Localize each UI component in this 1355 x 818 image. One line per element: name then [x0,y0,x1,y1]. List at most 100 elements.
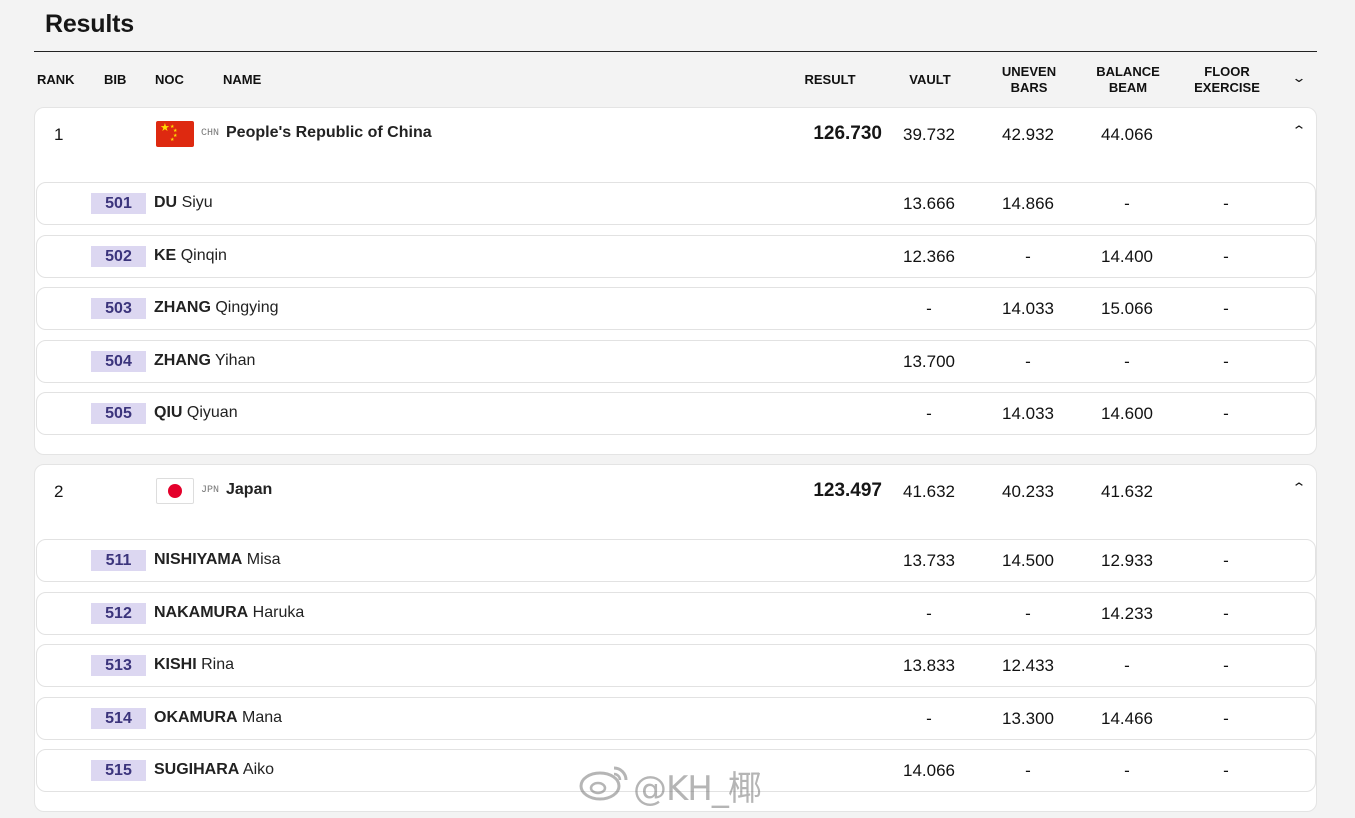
uneven-bars-score: 13.300 [1002,709,1054,728]
team-row[interactable]: 1 ★ ★ ★ ★ ★ CHN People's Republic of Chi… [35,108,1316,163]
athlete-row[interactable]: 502 KE Qinqin 12.366 - 14.400 - [36,235,1316,278]
balance-beam-score: 14.600 [1101,404,1153,423]
china-flag-icon: ★ ★ ★ ★ ★ [156,121,194,147]
header-uneven-bars-line2: BARS [1010,80,1048,95]
athlete-name[interactable]: NAKAMURA Haruka [154,604,304,622]
athlete-row[interactable]: 505 QIU Qiyuan - 14.033 14.600 - [36,392,1316,435]
athlete-last-name: DU [154,194,178,211]
team-noc-code: CHN [201,128,220,139]
balance-beam-score: 15.066 [1101,299,1153,318]
athlete-first-name: Misa [246,551,281,568]
athlete-last-name: NISHIYAMA [154,551,243,568]
vault-score: 13.833 [903,656,955,675]
floor-score: - [1223,299,1229,318]
uneven-bars-score: 12.433 [1002,656,1054,675]
vault-score: 13.700 [903,352,955,371]
bib-badge: 514 [91,708,146,729]
athlete-name[interactable]: NISHIYAMA Misa [154,551,281,569]
athlete-name[interactable]: QIU Qiyuan [154,404,238,422]
chevron-down-icon[interactable]: ⌄ [1286,69,1311,87]
header-vault: VAULT [909,72,951,87]
athlete-name[interactable]: OKAMURA Mana [154,709,282,727]
athlete-first-name: Haruka [252,604,305,621]
team-uneven-bars-score: 40.233 [1002,482,1054,501]
chevron-up-icon[interactable]: ⌃ [1286,479,1311,497]
athlete-last-name: KE [154,247,177,264]
balance-beam-score: 14.233 [1101,604,1153,623]
athlete-name[interactable]: KISHI Rina [154,656,234,674]
team-rank: 2 [54,482,64,501]
bib-badge: 502 [91,246,146,267]
athlete-row[interactable]: 503 ZHANG Qingying - 14.033 15.066 - [36,287,1316,330]
balance-beam-score: 12.933 [1101,551,1153,570]
header-floor-exercise: FLOOR EXERCISE [1182,64,1272,96]
vault-score: 14.066 [903,761,955,780]
uneven-bars-score: - [1025,604,1031,623]
header-floor-exercise-line2: EXERCISE [1194,80,1260,95]
balance-beam-score: 14.400 [1101,247,1153,266]
athlete-last-name: ZHANG [154,299,211,316]
team-result: 126.730 [813,123,882,144]
team-vault-score: 39.732 [903,125,955,144]
team-card-jpn: 2 JPN Japan 123.497 41.632 40.233 41.632… [34,464,1317,812]
header-result: RESULT [804,72,856,87]
team-name[interactable]: People's Republic of China [226,124,432,142]
athlete-row[interactable]: 501 DU Siyu 13.666 14.866 - - [36,182,1316,225]
vault-score: 13.666 [903,194,955,213]
athlete-name[interactable]: KE Qinqin [154,247,227,265]
athlete-row[interactable]: 514 OKAMURA Mana - 13.300 14.466 - [36,697,1316,740]
athlete-name[interactable]: ZHANG Qingying [154,299,279,317]
floor-score: - [1223,352,1229,371]
uneven-bars-score: 14.866 [1002,194,1054,213]
athlete-name[interactable]: DU Siyu [154,194,213,212]
uneven-bars-score: - [1025,352,1031,371]
vault-score: 13.733 [903,551,955,570]
athlete-first-name: Qiyuan [186,404,238,421]
japan-flag-icon [156,478,194,504]
vault-score: - [926,299,932,318]
floor-score: - [1223,656,1229,675]
athlete-first-name: Rina [201,656,235,673]
header-uneven-bars: UNEVEN BARS [984,64,1074,96]
athlete-last-name: QIU [154,404,183,421]
team-row[interactable]: 2 JPN Japan 123.497 41.632 40.233 41.632… [35,465,1316,520]
athlete-row[interactable]: 515 SUGIHARA Aiko 14.066 - - - [36,749,1316,792]
athlete-row[interactable]: 511 NISHIYAMA Misa 13.733 14.500 12.933 … [36,539,1316,582]
balance-beam-score: - [1124,761,1130,780]
athlete-first-name: Qingying [215,299,279,316]
athlete-name[interactable]: SUGIHARA Aiko [154,761,274,779]
athlete-last-name: KISHI [154,656,197,673]
bib-badge: 513 [91,655,146,676]
vault-score: - [926,604,932,623]
athlete-name[interactable]: ZHANG Yihan [154,352,255,370]
team-result: 123.497 [813,480,882,501]
team-uneven-bars-score: 42.932 [1002,125,1054,144]
balance-beam-score: - [1124,194,1130,213]
floor-score: - [1223,194,1229,213]
page-title: Results [45,10,134,38]
vault-score: - [926,404,932,423]
team-noc-code: JPN [201,485,220,496]
athlete-row[interactable]: 504 ZHANG Yihan 13.700 - - - [36,340,1316,383]
team-balance-beam-score: 41.632 [1101,482,1153,501]
athlete-first-name: Qinqin [180,247,227,264]
floor-score: - [1223,247,1229,266]
header-balance-beam-line2: BEAM [1108,80,1148,95]
athlete-last-name: SUGIHARA [154,761,240,778]
header-balance-beam-line1: BALANCE [1096,64,1160,79]
header-rank: RANK [37,72,75,87]
floor-score: - [1223,709,1229,728]
floor-score: - [1223,604,1229,623]
bib-badge: 511 [91,550,146,571]
floor-score: - [1223,404,1229,423]
athlete-first-name: Aiko [242,761,275,778]
chevron-up-icon[interactable]: ⌃ [1286,122,1311,140]
header-uneven-bars-line1: UNEVEN [1001,64,1057,79]
bib-badge: 512 [91,603,146,624]
athlete-row[interactable]: 512 NAKAMURA Haruka - - 14.233 - [36,592,1316,635]
athlete-row[interactable]: 513 KISHI Rina 13.833 12.433 - - [36,644,1316,687]
balance-beam-score: - [1124,656,1130,675]
team-name[interactable]: Japan [226,481,272,499]
uneven-bars-score: - [1025,761,1031,780]
bib-badge: 504 [91,351,146,372]
